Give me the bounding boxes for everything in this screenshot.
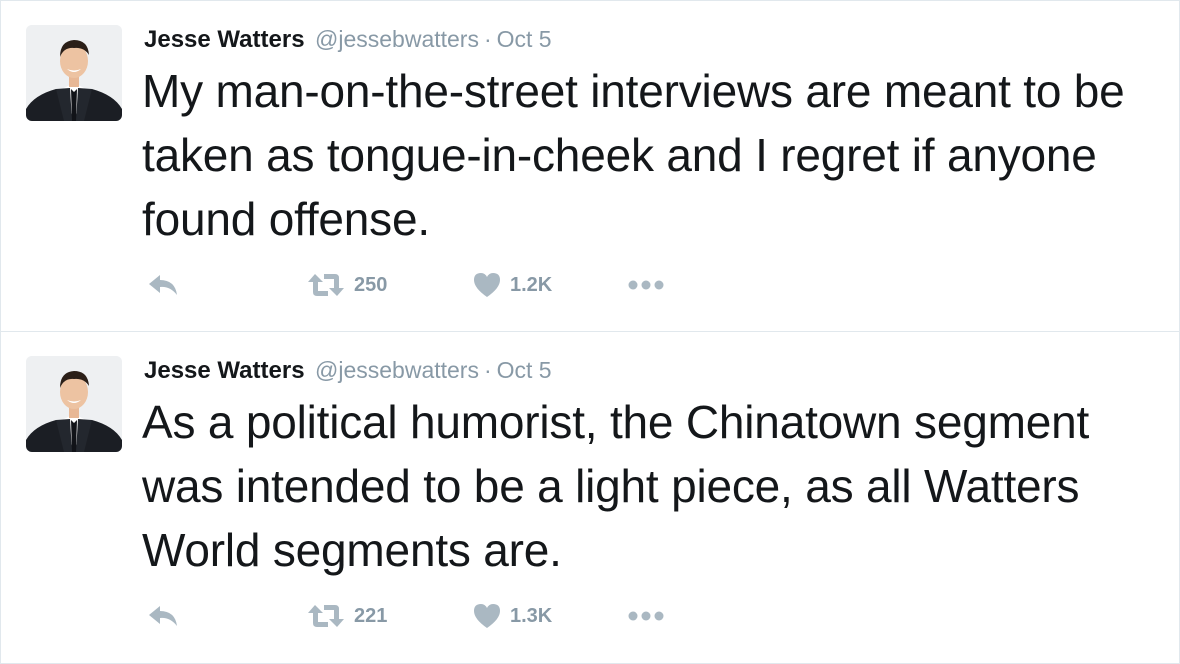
- tweet-date[interactable]: Oct 5: [497, 357, 552, 383]
- tweet-header: Jesse Watters @jessebwatters · Oct 5: [144, 354, 552, 390]
- separator: ·: [483, 26, 492, 52]
- reply-icon: [149, 275, 177, 295]
- profile-photo: [26, 25, 122, 121]
- author-name[interactable]: Jesse Watters: [144, 357, 305, 384]
- author-handle[interactable]: @jessebwatters: [315, 26, 479, 52]
- tweet-header: Jesse Watters @jessebwatters · Oct 5: [144, 23, 552, 59]
- tweet-text: As a political humorist, the Chinatown s…: [142, 396, 1090, 576]
- separator: ·: [483, 357, 492, 383]
- retweet-button[interactable]: 250: [306, 269, 387, 301]
- more-button[interactable]: [627, 269, 665, 301]
- reply-icon: [149, 606, 177, 626]
- more-icon: [628, 280, 664, 290]
- retweet-button[interactable]: 221: [306, 600, 387, 632]
- avatar[interactable]: [26, 356, 122, 452]
- profile-photo: [26, 356, 122, 452]
- heart-icon: [474, 273, 500, 297]
- heart-icon: [474, 604, 500, 628]
- like-count: 1.3K: [510, 604, 553, 627]
- retweet-icon: [308, 605, 344, 627]
- retweet-count: 221: [354, 604, 388, 627]
- like-button[interactable]: 1.2K: [472, 269, 552, 301]
- tweet-timeline: Jesse Watters @jessebwatters · Oct 5 My ma…: [0, 0, 1180, 664]
- more-button[interactable]: [627, 600, 665, 632]
- avatar[interactable]: [26, 25, 122, 121]
- retweet-icon: [308, 274, 344, 296]
- author-name[interactable]: Jesse Watters: [144, 26, 305, 53]
- like-count: 1.2K: [510, 273, 553, 296]
- tweet-text: My man-on-the-street interviews are mean…: [142, 65, 1125, 245]
- more-icon: [628, 611, 664, 621]
- reply-button[interactable]: [146, 269, 180, 301]
- tweet-date[interactable]: Oct 5: [497, 26, 552, 52]
- author-handle[interactable]: @jessebwatters: [315, 357, 479, 383]
- reply-button[interactable]: [146, 600, 180, 632]
- retweet-count: 250: [354, 273, 388, 296]
- tweet[interactable]: Jesse Watters @jessebwatters · Oct 5 My ma…: [1, 1, 1179, 331]
- tweet[interactable]: Jesse Watters @jessebwatters · Oct 5 As a …: [1, 331, 1179, 661]
- like-button[interactable]: 1.3K: [472, 600, 552, 632]
